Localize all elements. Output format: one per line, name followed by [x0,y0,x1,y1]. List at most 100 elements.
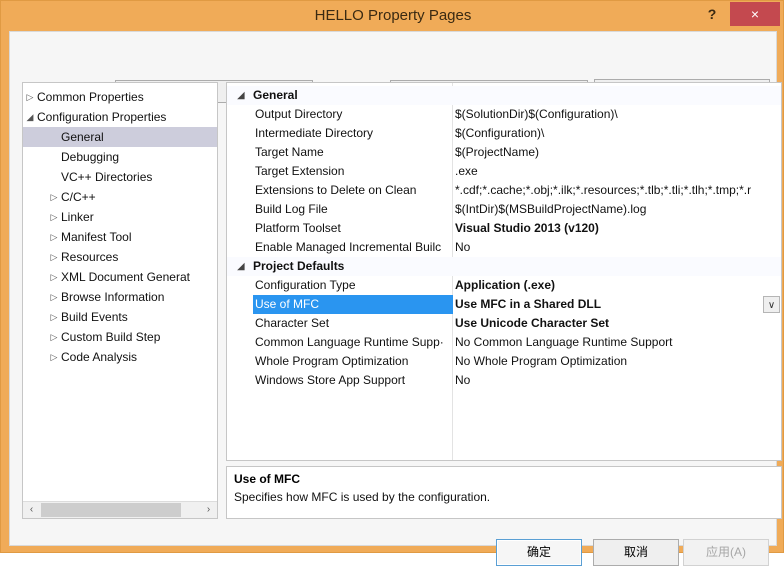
chevron-right-icon[interactable]: ▷ [24,87,36,107]
tree-item-manifest-tool[interactable]: ▷ Manifest Tool [23,227,217,247]
close-icon[interactable]: × [730,2,780,26]
property-value[interactable]: $(Configuration)\ [455,124,775,143]
chevron-down-icon[interactable]: ◢ [235,257,247,276]
property-name: Common Language Runtime Supp· [255,335,444,349]
property-row-configuration-type[interactable]: Configuration Type Application (.exe) [227,276,781,295]
property-row-common-language-runtime-supp[interactable]: Common Language Runtime Supp· No Common L… [227,333,781,352]
property-row-target-name[interactable]: Target Name $(ProjectName) [227,143,781,162]
tree-item-custom-build-step[interactable]: ▷ Custom Build Step [23,327,217,347]
tree-item-label: Build Events [61,310,128,324]
tree-item-label: General [61,130,104,144]
scroll-left-icon[interactable]: ‹ [23,502,40,518]
property-row-output-directory[interactable]: Output Directory $(SolutionDir)$(Configur… [227,105,781,124]
chevron-right-icon[interactable]: ▷ [48,247,60,267]
tree-item-label: Manifest Tool [61,230,132,244]
tree-horizontal-scrollbar[interactable]: ‹ › [23,501,217,518]
tree-item-vc-directories[interactable]: VC++ Directories [23,167,217,187]
help-icon[interactable]: ? [699,1,725,27]
property-row-target-extension[interactable]: Target Extension .exe [227,162,781,181]
property-row-whole-program-optimization[interactable]: Whole Program Optimization No Whole Progr… [227,352,781,371]
property-value[interactable]: Use MFC in a Shared DLL [455,295,775,314]
property-value[interactable]: *.cdf;*.cache;*.obj;*.ilk;*.resources;*.… [455,181,775,200]
property-name: Build Log File [255,202,328,216]
property-name: Character Set [255,316,330,330]
dialog-client-area: Configuration: Active(Debug) ∨ Platform:… [9,31,782,566]
property-value[interactable]: $(SolutionDir)$(Configuration)\ [455,105,775,124]
tree-item-label: Common Properties [37,90,144,104]
chevron-down-icon[interactable]: ◢ [24,107,36,127]
property-row-windows-store-app-support[interactable]: Windows Store App Support No [227,371,781,390]
property-name: Configuration Type [255,278,356,292]
tree-item-common-properties[interactable]: ▷ Common Properties [23,87,217,107]
property-value[interactable]: Use Unicode Character Set [455,314,775,333]
property-value-dropdown-icon[interactable]: ∨ [763,296,780,313]
property-name: Extensions to Delete on Clean [255,183,417,197]
description-title: Use of MFC [234,472,300,486]
property-value[interactable]: $(IntDir)$(MSBuildProjectName).log [455,200,775,219]
tree-item-label: Linker [61,210,94,224]
chevron-right-icon[interactable]: ▷ [48,307,60,327]
property-value[interactable]: No Common Language Runtime Support [455,333,775,352]
property-value[interactable]: No [455,371,775,390]
property-row-platform-toolset[interactable]: Platform Toolset Visual Studio 2013 (v120… [227,219,781,238]
tree-item-browse-information[interactable]: ▷ Browse Information [23,287,217,307]
property-category-project-defaults[interactable]: ◢ Project Defaults [227,257,781,276]
tree-item-label: Resources [61,250,119,264]
title-bar: HELLO Property Pages ? × [1,1,784,30]
chevron-right-icon[interactable]: ▷ [48,287,60,307]
property-value[interactable]: Visual Studio 2013 (v120) [455,219,775,238]
property-row-use-of-mfc[interactable]: Use of MFC Use MFC in a Shared DLL ∨ [227,295,781,314]
tree-item-resources[interactable]: ▷ Resources [23,247,217,267]
tree-item-c-c[interactable]: ▷ C/C++ [23,187,217,207]
tree-item-linker[interactable]: ▷ Linker [23,207,217,227]
properties-tree[interactable]: ▷ Common Properties ◢ Configuration Propert… [23,87,217,367]
property-category-label: General [253,88,298,102]
chevron-right-icon[interactable]: ▷ [48,267,60,287]
property-value[interactable]: No Whole Program Optimization [455,352,775,371]
scroll-right-icon[interactable]: › [200,502,217,518]
tree-item-label: XML Document Generat [61,270,190,284]
window-title: HELLO Property Pages [314,7,472,24]
properties-tree-panel: ▷ Common Properties ◢ Configuration Propert… [22,82,218,519]
property-category-label: Project Defaults [253,259,345,273]
chevron-right-icon[interactable]: ▷ [48,207,60,227]
property-row-extensions-to-delete-on-clean[interactable]: Extensions to Delete on Clean *.cdf;*.cac… [227,181,781,200]
tree-item-code-analysis[interactable]: ▷ Code Analysis [23,347,217,367]
chevron-right-icon[interactable]: ▷ [48,347,60,367]
property-value[interactable]: Application (.exe) [455,276,775,295]
chevron-down-icon[interactable]: ◢ [235,86,247,105]
tree-item-label: C/C++ [61,190,96,204]
description-text: Specifies how MFC is used by the configu… [234,490,491,504]
property-row-enable-managed-incremental-builc[interactable]: Enable Managed Incremental Builc No [227,238,781,257]
property-name: Intermediate Directory [255,126,374,140]
property-name: Output Directory [255,107,343,121]
tree-item-configuration-properties[interactable]: ◢ Configuration Properties [23,107,217,127]
tree-item-general[interactable]: General [23,127,217,147]
property-row-character-set[interactable]: Character Set Use Unicode Character Set [227,314,781,333]
property-value[interactable]: No [455,238,775,257]
tree-item-xml-document-generat[interactable]: ▷ XML Document Generat [23,267,217,287]
tree-item-label: Browse Information [61,290,165,304]
tree-item-label: Debugging [61,150,120,164]
description-panel: Use of MFC Specifies how MFC is used by … [226,466,782,519]
tree-item-debugging[interactable]: Debugging [23,147,217,167]
tree-item-label: Configuration Properties [37,110,167,124]
property-name: Target Extension [255,164,345,178]
property-category-general[interactable]: ◢ General [227,86,781,105]
tree-item-label: Custom Build Step [61,330,161,344]
property-grid-rows: ◢ General Output Directory $(SolutionDir)$(… [227,86,781,390]
property-row-intermediate-directory[interactable]: Intermediate Directory $(Configuration)\ [227,124,781,143]
scrollbar-thumb[interactable] [41,503,181,517]
property-pages-window: HELLO Property Pages ? × Configuration: … [0,0,784,566]
property-row-build-log-file[interactable]: Build Log File $(IntDir)$(MSBuildProjectN… [227,200,781,219]
tree-item-build-events[interactable]: ▷ Build Events [23,307,217,327]
property-grid[interactable]: ◢ General Output Directory $(SolutionDir)$(… [226,82,782,461]
chevron-right-icon[interactable]: ▷ [48,327,60,347]
property-value[interactable]: $(ProjectName) [455,143,775,162]
tree-item-label: Code Analysis [61,350,138,364]
chevron-right-icon[interactable]: ▷ [48,227,60,247]
property-name: Enable Managed Incremental Builc [255,240,442,254]
property-value[interactable]: .exe [455,162,775,181]
chevron-right-icon[interactable]: ▷ [48,187,60,207]
property-name: Use of MFC [253,295,453,314]
